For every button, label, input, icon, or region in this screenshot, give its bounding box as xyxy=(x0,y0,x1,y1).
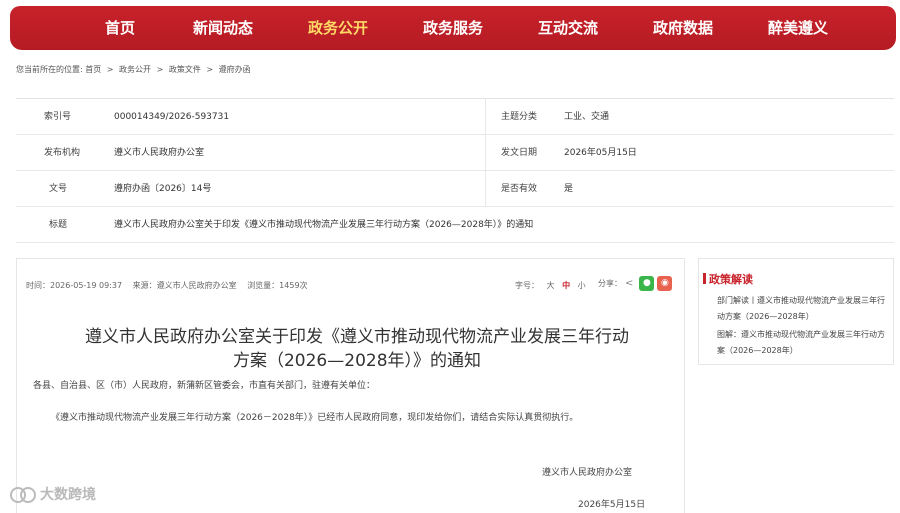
info-label-index: 索引号 xyxy=(44,112,72,122)
info-label-publisher: 发布机构 xyxy=(44,148,81,158)
watermark-text: 大数跨境 xyxy=(40,487,96,503)
share-bar: 分享： < ● ◉ xyxy=(598,276,673,291)
sidebar-title: 政策解读 xyxy=(703,273,753,286)
article-panel: 时间：2026-05-19 09:37 来源：遵义市人民政府办公室 浏览量：14… xyxy=(16,258,685,513)
article-views: 浏览量：1459次 xyxy=(247,281,308,290)
document-info-table: 索引号 000014349/2026-593731 主题分类 工业、交通 发布机… xyxy=(16,98,894,243)
breadcrumb-link-home[interactable]: 首页 xyxy=(85,64,101,75)
article-source: 来源：遵义市人民政府办公室 xyxy=(132,281,237,290)
watermark-logo-icon xyxy=(8,485,36,503)
breadcrumb-link-policy-files[interactable]: 政策文件 xyxy=(169,64,201,75)
info-value-index: 000014349/2026-593731 xyxy=(114,112,230,122)
breadcrumb-link-current[interactable]: 遵府办函 xyxy=(219,64,251,75)
policy-interpretation-sidebar: 政策解读 部门解读丨遵义市推动现代物流产业发展三年行动方案（2026—2028年… xyxy=(698,258,894,365)
wechat-icon[interactable]: ● xyxy=(639,276,655,291)
info-divider xyxy=(485,135,486,171)
info-row-doc-number: 文号 遵府办函〔2026〕14号 是否有效 是 xyxy=(16,171,894,207)
breadcrumb-link-gov-open[interactable]: 政务公开 xyxy=(119,64,151,75)
info-value-valid: 是 xyxy=(564,184,574,194)
breadcrumb-separator: > xyxy=(206,65,214,74)
breadcrumb-separator: > xyxy=(156,65,164,74)
nav-home[interactable]: 首页 xyxy=(90,6,150,50)
nav-news[interactable]: 新闻动态 xyxy=(178,6,268,50)
font-size-small-button[interactable]: 小 xyxy=(578,281,586,290)
info-divider xyxy=(485,171,486,207)
info-label-doc-number: 文号 xyxy=(49,184,68,194)
info-value-topic: 工业、交通 xyxy=(564,112,610,122)
article-title: 遵义市人民政府办公室关于印发《遵义市推动现代物流产业发展三年行动方案（2026—… xyxy=(85,327,629,371)
main-nav: 首页 新闻动态 政务公开 政务服务 互动交流 政府数据 醉美遵义 xyxy=(10,6,896,50)
font-size-control: 字号： 大 中 小 xyxy=(515,280,586,291)
nav-gov-data[interactable]: 政府数据 xyxy=(638,6,728,50)
article-signature: 遵义市人民政府办公室 xyxy=(542,468,633,478)
watermark: 大数跨境 xyxy=(8,484,96,504)
info-value-publisher: 遵义市人民政府办公室 xyxy=(114,148,205,158)
info-row-publisher: 发布机构 遵义市人民政府办公室 发文日期 2026年05月15日 xyxy=(16,135,894,171)
info-label-title: 标题 xyxy=(49,220,68,230)
sidebar-link-dept-interpretation[interactable]: 部门解读丨遵义市推动现代物流产业发展三年行动方案（2026—2028年） xyxy=(717,293,887,325)
share-label: 分享： xyxy=(598,279,622,288)
info-label-topic: 主题分类 xyxy=(501,112,538,122)
sidebar-link-graphic-interpretation[interactable]: 图解：遵义市推动现代物流产业发展三年行动方案（2026—2028年） xyxy=(717,327,887,359)
article-paragraph-body: 《遵义市推动现代物流产业发展三年行动方案（2026－2028年）》已经市人民政府… xyxy=(51,413,579,423)
info-label-valid: 是否有效 xyxy=(501,184,538,194)
breadcrumb: 您当前所在的位置: 首页 > 政务公开 > 政策文件 > 遵府办函 xyxy=(16,64,251,75)
info-value-doc-number: 遵府办函〔2026〕14号 xyxy=(114,184,212,194)
nav-gov-affairs-open[interactable]: 政务公开 xyxy=(293,6,383,50)
info-value-title: 遵义市人民政府办公室关于印发《遵义市推动现代物流产业发展三年行动方案（2026—… xyxy=(114,220,534,230)
breadcrumb-prefix: 您当前所在的位置: xyxy=(16,65,83,74)
info-row-index: 索引号 000014349/2026-593731 主题分类 工业、交通 xyxy=(16,99,894,135)
nav-gov-services[interactable]: 政务服务 xyxy=(408,6,498,50)
font-size-medium-button[interactable]: 中 xyxy=(562,281,570,290)
info-divider xyxy=(485,99,486,135)
article-time: 时间：2026-05-19 09:37 xyxy=(26,281,123,290)
article-date: 2026年5月15日 xyxy=(578,500,646,510)
nav-zunyi-beauty[interactable]: 醉美遵义 xyxy=(753,6,843,50)
top-nav-wrapper: 首页 新闻动态 政务公开 政务服务 互动交流 政府数据 醉美遵义 xyxy=(0,0,900,50)
info-value-issue-date: 2026年05月15日 xyxy=(564,148,637,158)
font-size-label: 字号： xyxy=(515,281,539,290)
weibo-icon[interactable]: ◉ xyxy=(657,276,673,291)
breadcrumb-separator: > xyxy=(106,65,114,74)
font-size-large-button[interactable]: 大 xyxy=(547,281,555,290)
article-paragraph-addressee: 各县、自治县、区（市）人民政府，新蒲新区管委会，市直有关部门，驻遵有关单位： xyxy=(33,381,376,391)
share-icon[interactable]: < xyxy=(625,278,633,289)
info-label-issue-date: 发文日期 xyxy=(501,148,538,158)
article-meta: 时间：2026-05-19 09:37 来源：遵义市人民政府办公室 浏览量：14… xyxy=(26,280,316,291)
info-row-title: 标题 遵义市人民政府办公室关于印发《遵义市推动现代物流产业发展三年行动方案（20… xyxy=(16,207,894,243)
nav-interaction[interactable]: 互动交流 xyxy=(523,6,613,50)
